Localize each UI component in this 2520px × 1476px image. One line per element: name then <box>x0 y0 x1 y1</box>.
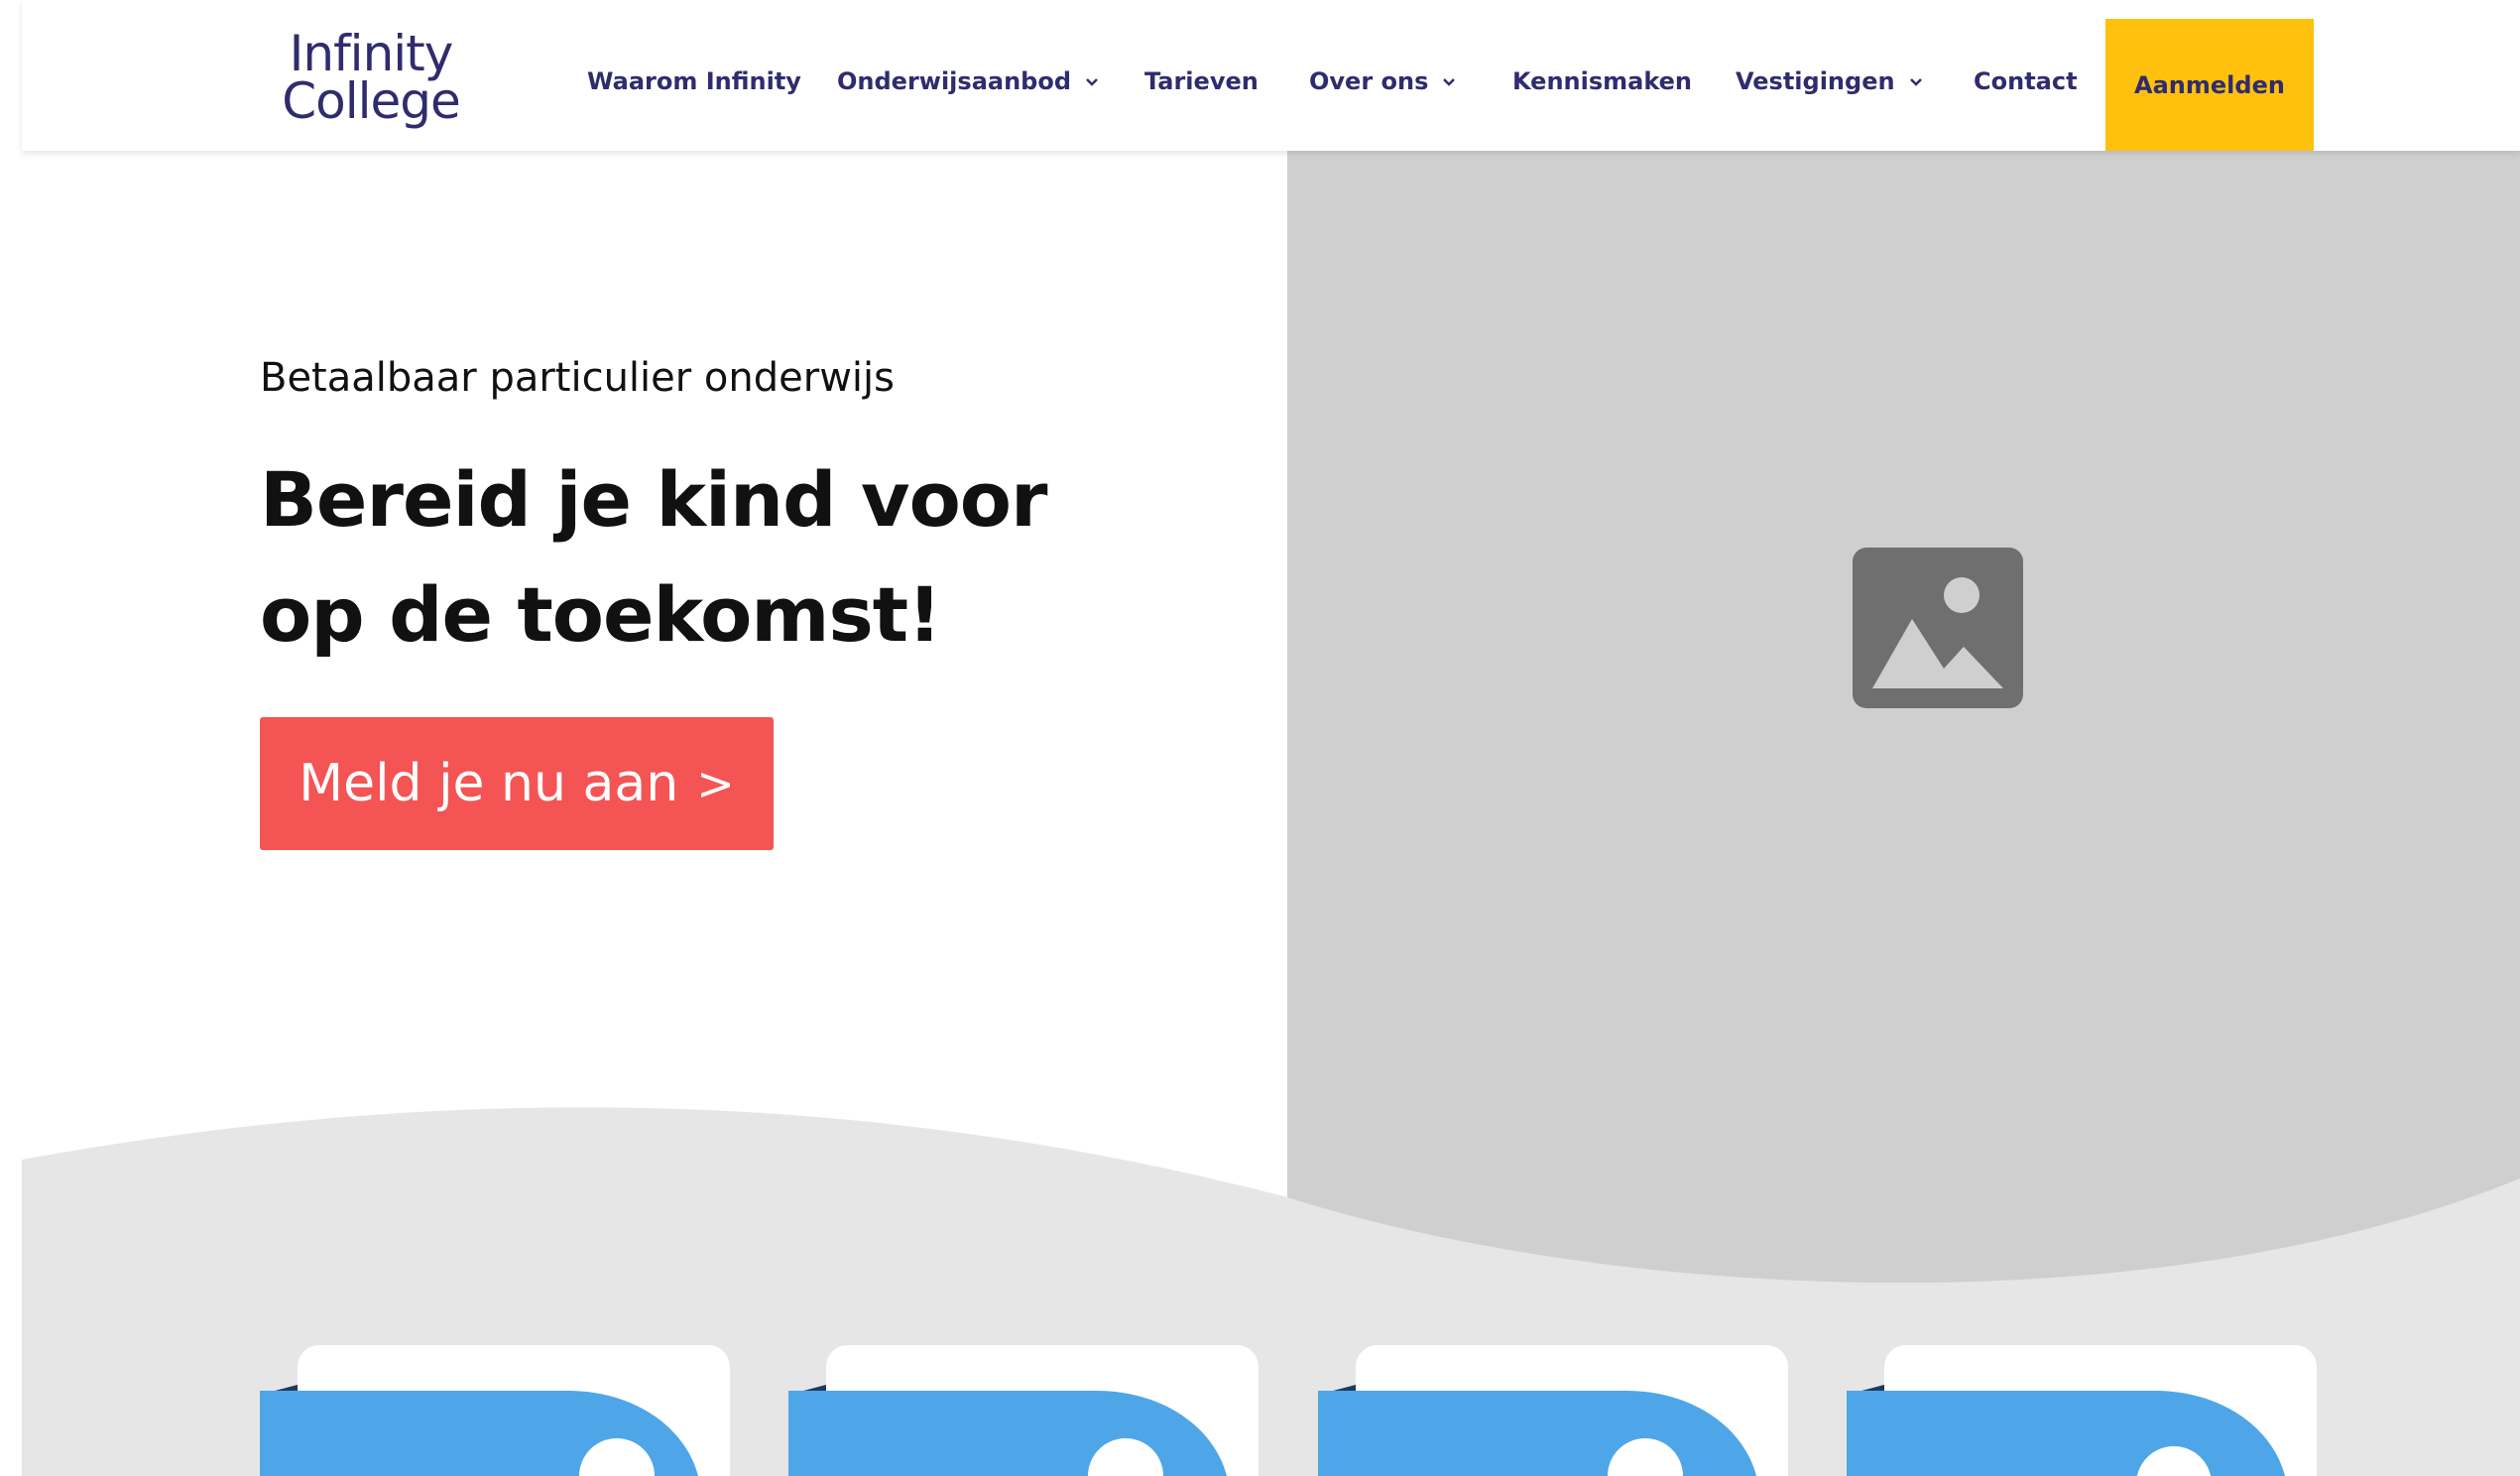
card-banner <box>1847 1385 2285 1476</box>
nav-item-over-ons[interactable]: Over ons <box>1309 67 1456 95</box>
nav-item-label: Over ons <box>1309 67 1429 95</box>
chevron-down-icon <box>1909 78 1922 86</box>
logo[interactable]: Infinity College <box>272 25 470 139</box>
feature-card[interactable] <box>260 1345 730 1476</box>
nav-item-label: Onderwijsaanbod <box>837 67 1072 95</box>
hero-title-line-2: op de toekomst! <box>260 570 942 659</box>
nav-item-label: Vestigingen <box>1736 67 1895 95</box>
feature-card[interactable] <box>1318 1345 1788 1476</box>
nav-item-onderwijsaanbod[interactable]: Onderwijsaanbod <box>837 67 1099 95</box>
nav-item-tarieven[interactable]: Tarieven <box>1144 67 1259 95</box>
logo-line-1: Infinity <box>289 25 454 82</box>
page-edge <box>0 0 22 1476</box>
hero-title: Bereid je kind voor op de toekomst! <box>260 442 1152 673</box>
logo-line-2: College <box>282 72 461 130</box>
aanmelden-button[interactable]: Aanmelden <box>2105 19 2314 151</box>
chevron-right-icon: > <box>696 757 735 810</box>
nav-item-waarom-infinity[interactable]: Waarom Infinity <box>587 67 801 95</box>
nav-item-vestigingen[interactable]: Vestigingen <box>1736 67 1923 95</box>
meld-je-nu-aan-button[interactable]: Meld je nu aan > <box>260 717 774 850</box>
site-header: Infinity College Waarom Infinity Onderwi… <box>22 0 2520 151</box>
hero-eyebrow: Betaalbaar particulier onderwijs <box>260 355 895 401</box>
hero-title-line-1: Bereid je kind voor <box>260 455 1047 544</box>
feature-card[interactable] <box>788 1345 1259 1476</box>
chevron-down-icon <box>1443 78 1456 86</box>
card-banner <box>1318 1385 1756 1476</box>
chevron-down-icon <box>1086 78 1098 86</box>
nav-item-label: Kennismaken <box>1512 67 1693 95</box>
nav-item-label: Contact <box>1974 67 2078 95</box>
feature-card[interactable] <box>1847 1345 2317 1476</box>
hero-button-label: Meld je nu aan <box>299 754 679 813</box>
nav-item-kennismaken[interactable]: Kennismaken <box>1512 67 1692 95</box>
card-banner <box>788 1385 1227 1476</box>
nav-item-contact[interactable]: Contact <box>1974 67 2078 95</box>
image-placeholder-icon <box>1853 548 2023 708</box>
card-banner <box>260 1385 698 1476</box>
aanmelden-label: Aanmelden <box>2134 70 2285 99</box>
nav-item-label: Waarom Infinity <box>587 67 801 95</box>
nav-item-label: Tarieven <box>1144 67 1259 95</box>
